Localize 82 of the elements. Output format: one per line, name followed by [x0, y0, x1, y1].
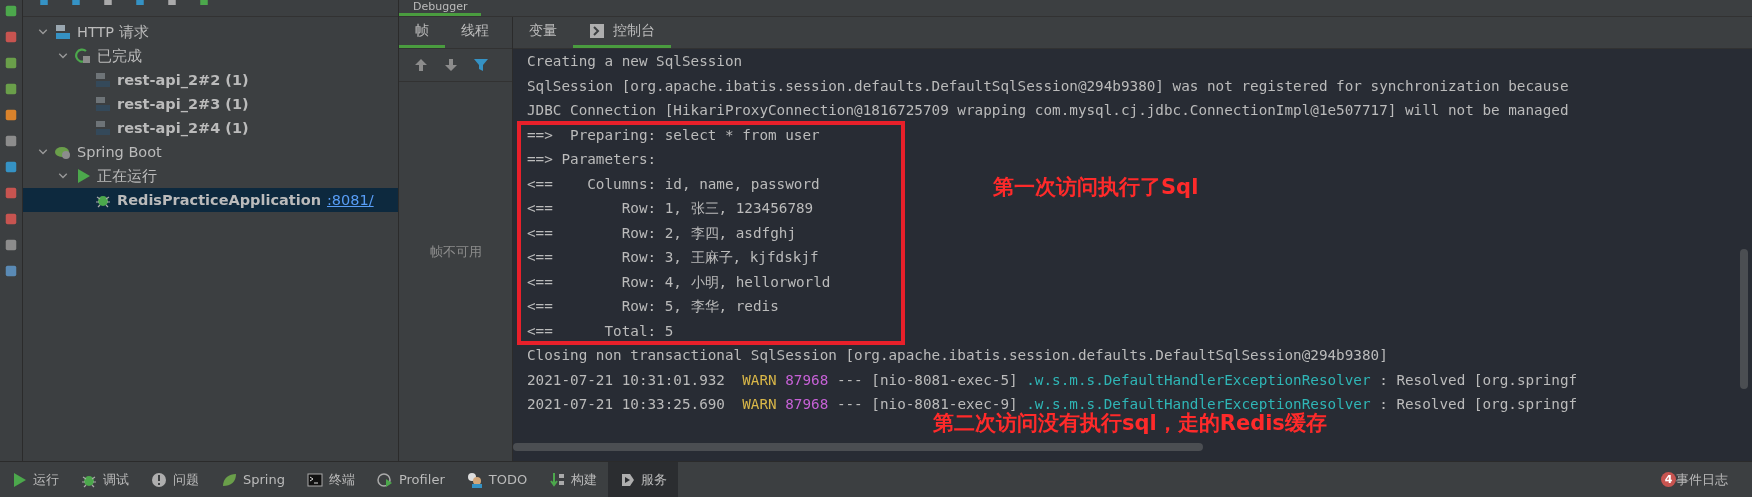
arrow-up-icon: [413, 57, 429, 73]
console-line: Creating a new SqlSession: [527, 52, 743, 71]
profiler-icon: [376, 471, 393, 488]
tool-window-icon: [4, 264, 18, 278]
console-line: <== Total: 5: [527, 321, 674, 341]
tree-item[interactable]: 正在运行: [23, 164, 398, 188]
console-line: 2021-07-21 10:31:01.932 WARN 87968 --- [nio-8081-exec-5] .w.s.m.s.DefaultHandlerExceptionResolver : Resolved [org.springf: [527, 370, 1578, 390]
console-line: ==> Parameters:: [527, 150, 658, 169]
tree-item-label: HTTP 请求: [77, 22, 149, 42]
tree-item-label: 正在运行: [97, 166, 157, 186]
annotation: 第一次访问执行了Sql: [993, 174, 1199, 201]
console-tab[interactable]: 变量: [513, 17, 573, 48]
console-line: <== Columns: id, name, password: [527, 174, 820, 194]
tree-item[interactable]: Spring Boot: [23, 140, 398, 164]
tool-window-button[interactable]: 调试: [70, 462, 140, 497]
tool-window-button[interactable]: Spring: [210, 462, 296, 497]
api-icon: [55, 24, 71, 40]
api-icon: [95, 96, 111, 112]
tool-window-icon: [4, 238, 18, 252]
services-icon: [619, 471, 636, 488]
notification-count: 4: [1661, 472, 1676, 487]
console-line: <== Row: 1, 张三, 123456789: [527, 199, 814, 218]
port-link[interactable]: :8081/: [326, 192, 374, 208]
tree-item-label: RedisPracticeApplication: [117, 192, 321, 208]
tree-item[interactable]: HTTP 请求: [23, 20, 398, 44]
tool-window-button[interactable]: 服务: [608, 462, 679, 497]
empty-message: 帧不可用: [428, 242, 483, 261]
tool-window-button[interactable]: 终端: [295, 462, 366, 497]
api-icon: [95, 120, 111, 136]
todo-icon: [466, 471, 483, 488]
play-icon: [11, 471, 27, 488]
console-line: SqlSession [org.apache.ibatis.session.defaults.DefaultSqlSession@294b9380] was not registered for synchronization because: [527, 76, 1569, 96]
tree-item[interactable]: RedisPracticeApplication :8081/: [23, 188, 398, 212]
tool-window-button[interactable]: Profiler: [365, 462, 456, 497]
filter-icon: [473, 57, 489, 73]
tree-item[interactable]: 已完成: [23, 44, 398, 68]
tool-window-button[interactable]: 问题: [140, 462, 210, 497]
frames-tab[interactable]: 线程: [445, 17, 505, 48]
console-line: 2021-07-21 10:33:25.690 WARN 87968 --- [nio-8081-exec-9] .w.s.m.s.DefaultHandlerExceptionResolver : Resolved [org.springf: [527, 395, 1578, 412]
arrow-down-icon: [443, 57, 459, 73]
build-icon: [549, 471, 566, 488]
console-line: <== Row: 2, 李四, asdfghj: [527, 223, 796, 243]
tool-window-icon: [4, 212, 18, 226]
debugger-tab[interactable]: Debugger: [399, 0, 482, 16]
tool-window-icon: [4, 30, 18, 44]
tree-item-label: rest-api_2#2 (1): [117, 72, 249, 88]
refresh-icon: [75, 48, 91, 64]
warning-icon: [151, 471, 167, 488]
tree-item[interactable]: rest-api_2#4 (1): [23, 116, 398, 140]
console-icon: [589, 23, 605, 39]
console-line: <== Row: 3, 王麻子, kjfdskjf: [527, 248, 819, 267]
tool-window-icon: [4, 82, 18, 96]
leaf-icon: [221, 471, 237, 488]
play-icon: [75, 168, 91, 184]
console-line: JDBC Connection [HikariProxyConnection@1816725709 wrapping com.mysql.cj.jdbc.ConnectionImpl@1e507717] will not be managed: [527, 101, 1569, 120]
tool-window-button[interactable]: 运行: [0, 462, 70, 497]
tool-window-icon: [4, 160, 18, 174]
tool-window-icon: [4, 108, 18, 122]
tool-window-button[interactable]: 构建: [538, 462, 609, 497]
tree-item-label: rest-api_2#4 (1): [117, 120, 249, 136]
scrollbar[interactable]: [513, 443, 1203, 451]
tree-item-label: 已完成: [97, 46, 142, 66]
console-line: Closing non transactional SqlSession [org.apache.ibatis.session.defaults.DefaultSqlSession@294b9380]: [527, 346, 1388, 365]
tool-window-icon: [4, 134, 18, 148]
tree-item-label: Spring Boot: [77, 144, 162, 160]
frames-tab[interactable]: 帧: [399, 17, 445, 48]
tree-item[interactable]: rest-api_2#3 (1): [23, 92, 398, 116]
tool-window-icon: [4, 186, 18, 200]
tool-window-button[interactable]: TODO: [455, 462, 539, 497]
console-line: ==> Preparing: select * from user: [527, 125, 820, 145]
spring-boot-icon: [55, 144, 71, 160]
api-icon: [95, 72, 111, 88]
tool-window-icon: [4, 4, 18, 18]
scrollbar[interactable]: [1740, 249, 1748, 389]
tree-item[interactable]: rest-api_2#2 (1): [23, 68, 398, 92]
tool-window-icon: [4, 56, 18, 70]
tree-item-label: rest-api_2#3 (1): [117, 96, 249, 112]
console-line: <== Row: 4, 小明, hellorworld: [527, 272, 831, 292]
event-log-button[interactable]: 事件日志: [1676, 470, 1728, 489]
console-line: <== Row: 5, 李华, redis: [527, 297, 779, 316]
annotation: 第二次访问没有执行sql，走的Redis缓存: [933, 411, 1327, 437]
terminal-icon: [306, 471, 323, 488]
